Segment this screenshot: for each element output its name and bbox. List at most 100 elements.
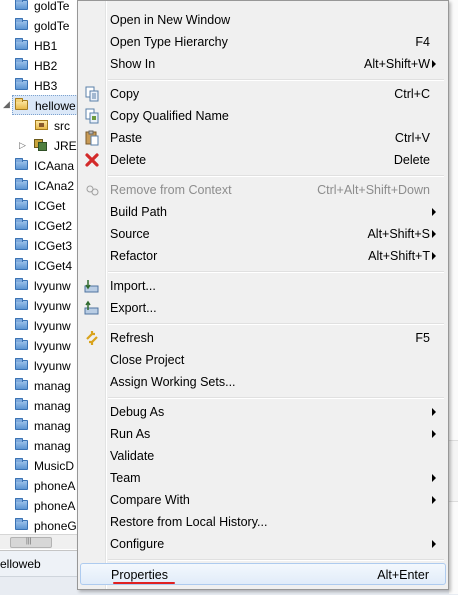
menu-item-show-in[interactable]: Show In Alt+Shift+W (80, 53, 446, 75)
horizontal-scrollbar[interactable]: ||| (0, 534, 78, 549)
background-window-edge (449, 0, 458, 594)
tree-item-project[interactable]: lvyunw (0, 296, 78, 316)
tree-item-project[interactable]: ICGet2 (0, 216, 78, 236)
menu-separator (108, 175, 444, 177)
project-folder-icon (15, 438, 28, 450)
menu-separator (108, 323, 444, 325)
tree-item-project[interactable]: goldTe (0, 16, 78, 36)
copy-icon (85, 86, 99, 102)
project-folder-icon (15, 258, 28, 270)
menu-item-close-project[interactable]: Close Project (80, 349, 446, 371)
export-icon (84, 300, 99, 315)
tree-item-project[interactable]: HB3 (0, 76, 78, 96)
menu-item-run-as[interactable]: Run As (80, 423, 446, 445)
tree-item-project[interactable]: manag (0, 376, 78, 396)
project-folder-icon (15, 298, 28, 310)
menu-item-team[interactable]: Team (80, 467, 446, 489)
paste-icon (85, 130, 99, 146)
menu-item-validate[interactable]: Validate (80, 445, 446, 467)
expanded-arrow-icon[interactable]: ◢ (3, 99, 11, 109)
delete-icon (85, 153, 99, 167)
menu-item-compare-with[interactable]: Compare With (80, 489, 446, 511)
tree-item-project[interactable]: ICGet (0, 196, 78, 216)
tree-item-project[interactable]: manag (0, 396, 78, 416)
tree-item-project[interactable]: phoneA (0, 476, 78, 496)
editor-tab-strip: elloweb (0, 550, 78, 577)
submenu-arrow-icon (432, 474, 436, 482)
project-folder-icon (15, 518, 28, 530)
refresh-icon (86, 331, 98, 345)
red-underline-annotation (113, 582, 175, 584)
project-folder-icon (15, 458, 28, 470)
menu-item-build-path[interactable]: Build Path (80, 201, 446, 223)
menu-item-delete[interactable]: Delete Delete (80, 149, 446, 171)
menu-item-source[interactable]: Source Alt+Shift+S (80, 223, 446, 245)
submenu-arrow-icon (432, 230, 436, 238)
tree-item-project[interactable]: lvyunw (0, 336, 78, 356)
tree-item-project[interactable]: lvyunw (0, 356, 78, 376)
tree-item-project[interactable]: manag (0, 416, 78, 436)
tree-item-project[interactable]: phoneA (0, 496, 78, 516)
project-folder-icon (15, 38, 28, 50)
tree-item-project[interactable]: HB1 (0, 36, 78, 56)
submenu-arrow-icon (432, 408, 436, 416)
project-folder-icon (15, 0, 28, 10)
project-folder-icon (15, 338, 28, 350)
tree-item-project[interactable]: ICAana (0, 156, 78, 176)
project-folder-icon (15, 418, 28, 430)
tree-item-project[interactable]: ICGet4 (0, 256, 78, 276)
tree-item-project[interactable]: ICGet3 (0, 236, 78, 256)
menu-item-assign-working-sets[interactable]: Assign Working Sets... (80, 371, 446, 393)
submenu-arrow-icon (432, 60, 436, 68)
project-folder-icon (15, 398, 28, 410)
menu-separator (108, 271, 444, 273)
tree-item-library[interactable]: ▷ JRE (0, 136, 78, 156)
project-folder-icon (15, 358, 28, 370)
menu-separator (108, 79, 444, 81)
project-folder-icon (15, 498, 28, 510)
menu-item-debug-as[interactable]: Debug As (80, 401, 446, 423)
tree-item-project[interactable]: goldTe (0, 0, 78, 16)
project-folder-icon (15, 178, 28, 190)
tree-item-project[interactable]: MusicD (0, 456, 78, 476)
menu-item-export[interactable]: Export... (80, 297, 446, 319)
menu-item-import[interactable]: Import... (80, 275, 446, 297)
menu-item-copy[interactable]: Copy Ctrl+C (80, 83, 446, 105)
import-icon (84, 280, 99, 293)
menu-item-refresh[interactable]: Refresh F5 (80, 327, 446, 349)
submenu-arrow-icon (432, 208, 436, 216)
submenu-arrow-icon (432, 540, 436, 548)
tree-item-project[interactable]: HB2 (0, 56, 78, 76)
tree-item-project[interactable]: phoneG (0, 516, 78, 536)
project-folder-icon (15, 158, 28, 170)
submenu-arrow-icon (432, 252, 436, 260)
project-folder-icon (15, 198, 28, 210)
menu-item-restore-from-local-history[interactable]: Restore from Local History... (80, 511, 446, 533)
project-folder-icon (15, 378, 28, 390)
menu-item-configure[interactable]: Configure (80, 533, 446, 555)
tree-item-source-folder[interactable]: src (0, 116, 78, 136)
menu-item-refactor[interactable]: Refactor Alt+Shift+T (80, 245, 446, 267)
tree-item-project-selected[interactable]: hellowe (12, 95, 78, 115)
menu-item-remove-from-context[interactable]: Remove from Context Ctrl+Alt+Shift+Down (80, 179, 446, 201)
project-folder-icon (15, 18, 28, 30)
editor-tab-label[interactable]: elloweb (0, 557, 41, 571)
menu-item-open-type-hierarchy[interactable]: Open Type Hierarchy F4 (80, 31, 446, 53)
menu-separator (108, 559, 444, 561)
menu-item-properties[interactable]: Properties Alt+Enter (80, 563, 446, 585)
project-folder-icon (15, 278, 28, 290)
context-menu: Open in New Window Open Type Hierarchy F… (77, 0, 449, 590)
tree-item-project[interactable]: ICAna2 (0, 176, 78, 196)
tree-item-project[interactable]: lvyunw (0, 276, 78, 296)
tree-item-project[interactable]: lvyunw (0, 316, 78, 336)
project-folder-icon (15, 478, 28, 490)
menu-item-copy-qualified-name[interactable]: Copy Qualified Name (80, 105, 446, 127)
source-folder-icon (35, 120, 48, 130)
project-folder-icon (15, 218, 28, 230)
tree-item-project[interactable]: manag (0, 436, 78, 456)
project-folder-icon (15, 238, 28, 250)
menu-item-open-in-new-window[interactable]: Open in New Window (80, 9, 446, 31)
menu-item-paste[interactable]: Paste Ctrl+V (80, 127, 446, 149)
open-project-folder-icon (15, 98, 28, 110)
collapsed-arrow-icon[interactable]: ▷ (19, 140, 27, 150)
